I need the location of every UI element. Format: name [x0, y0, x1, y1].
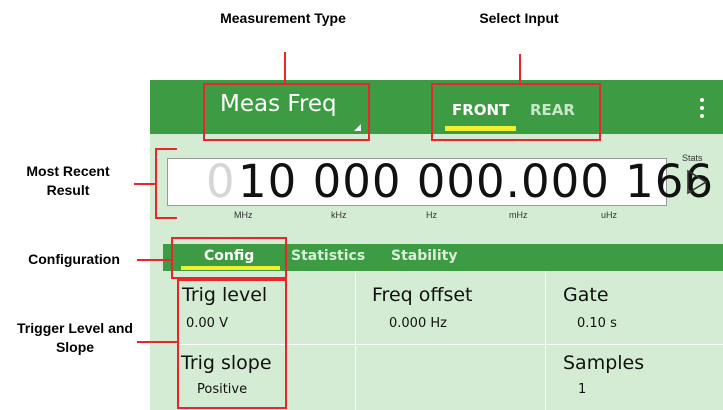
callout-bracket-result	[155, 148, 177, 219]
callout-measurement-type: Measurement Type	[220, 10, 346, 26]
play-triangle-icon[interactable]	[686, 169, 708, 195]
tab-statistics[interactable]: Statistics	[291, 248, 365, 264]
unit-khz: kHz	[331, 210, 347, 220]
result-value: 10 000 000.000 166	[238, 155, 715, 208]
callout-box-configuration	[171, 237, 287, 279]
tab-stability[interactable]: Stability	[391, 248, 457, 264]
samples-value[interactable]: 1	[578, 382, 586, 397]
gate-label[interactable]: Gate	[563, 284, 609, 306]
callout-box-trigger	[177, 279, 287, 409]
unit-millihz: mHz	[509, 210, 528, 220]
kebab-menu-icon[interactable]	[700, 98, 704, 122]
callout-trigger-level-slope: Trigger Level and Slope	[17, 320, 133, 355]
grid-divider	[355, 271, 356, 410]
callout-leader	[134, 183, 157, 185]
samples-label[interactable]: Samples	[563, 352, 644, 374]
callout-configuration: Configuration	[28, 251, 120, 267]
freq-offset-value[interactable]: 0.000 Hz	[389, 316, 447, 331]
callout-leader	[519, 54, 521, 84]
gate-value[interactable]: 0.10 s	[577, 316, 617, 331]
callout-leader	[137, 259, 171, 261]
unit-hz: Hz	[426, 210, 437, 220]
callout-box-select-input	[431, 83, 601, 141]
freq-offset-label[interactable]: Freq offset	[372, 284, 472, 306]
callout-select-input: Select Input	[479, 10, 559, 26]
callout-leader	[137, 341, 177, 343]
callout-leader	[284, 52, 286, 84]
unit-microhz: uHz	[601, 210, 618, 220]
callout-box-measurement-type	[203, 83, 370, 141]
stats-label: Stats	[682, 153, 703, 163]
callout-most-recent-result: Most Recent Result	[26, 163, 110, 198]
result-leading-digit: 0	[206, 155, 235, 208]
grid-divider	[545, 271, 546, 410]
unit-mhz: MHz	[234, 210, 253, 220]
